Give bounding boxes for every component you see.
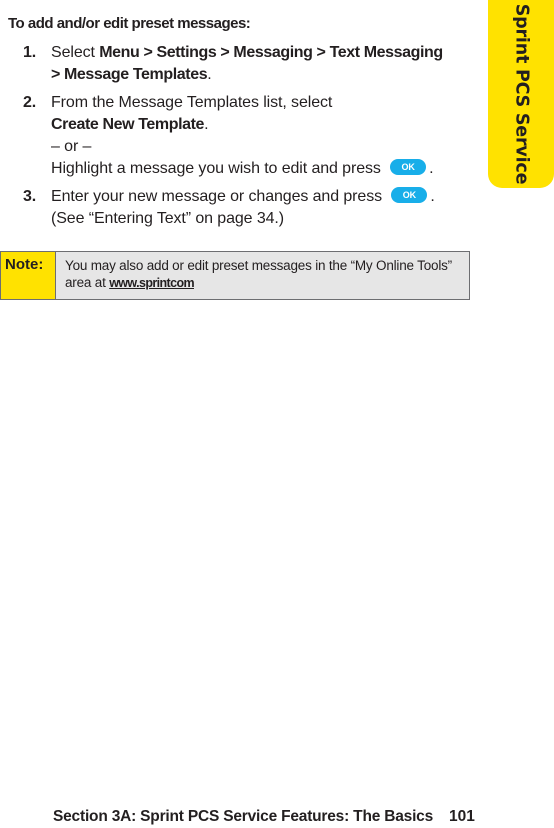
step-3: 3. Enter your new message or changes and… bbox=[23, 186, 435, 227]
website-link[interactable]: www.sprintcom bbox=[109, 276, 194, 290]
step-1: 1. Select Menu > Settings > Messaging > … bbox=[23, 44, 444, 83]
step-text: Select bbox=[51, 44, 100, 61]
option-name: Create New Template bbox=[51, 116, 205, 133]
procedure-heading: To add and/or edit preset messages: bbox=[8, 15, 251, 32]
section-side-tab-label: Sprint PCS Service bbox=[511, 3, 531, 185]
note-box: Note: You may also add or edit preset me… bbox=[0, 251, 470, 300]
step-number: 2. bbox=[23, 94, 37, 111]
step-number: 3. bbox=[23, 188, 37, 205]
note-label: Note: bbox=[1, 252, 56, 299]
path-separator: > bbox=[51, 66, 64, 83]
or-divider: – or – bbox=[51, 138, 92, 155]
path-separator: > bbox=[216, 44, 234, 61]
note-body: You may also add or edit preset messages… bbox=[56, 252, 469, 299]
path-separator: > bbox=[139, 44, 157, 61]
step-text: From the Message Templates list, select bbox=[51, 94, 333, 111]
section-side-tab-label-wrap: Sprint PCS Service bbox=[488, 0, 554, 188]
step-text: Enter your new message or changes and pr… bbox=[51, 188, 382, 205]
menu-path-item: Menu bbox=[99, 44, 140, 61]
ok-key-icon: OK bbox=[390, 158, 427, 175]
step-number: 1. bbox=[23, 44, 37, 61]
step-2: 2. From the Message Templates list, sele… bbox=[23, 94, 434, 177]
menu-path-item: Message Templates bbox=[64, 66, 208, 83]
menu-path-item: Settings bbox=[156, 44, 217, 61]
step-text-alt: Highlight a message you wish to edit and… bbox=[51, 160, 381, 177]
ok-key-icon: OK bbox=[391, 186, 428, 203]
footer-section-title: Section 3A: Sprint PCS Service Features:… bbox=[53, 808, 434, 825]
path-separator: > bbox=[312, 44, 330, 61]
menu-path-item: Text Messaging bbox=[329, 44, 444, 61]
cross-reference: (See “Entering Text” on page 34.) bbox=[51, 210, 284, 227]
steps-list: 1. Select Menu > Settings > Messaging > … bbox=[0, 42, 480, 236]
page-number: 101 bbox=[449, 808, 475, 825]
menu-path-item: Messaging bbox=[233, 44, 313, 61]
